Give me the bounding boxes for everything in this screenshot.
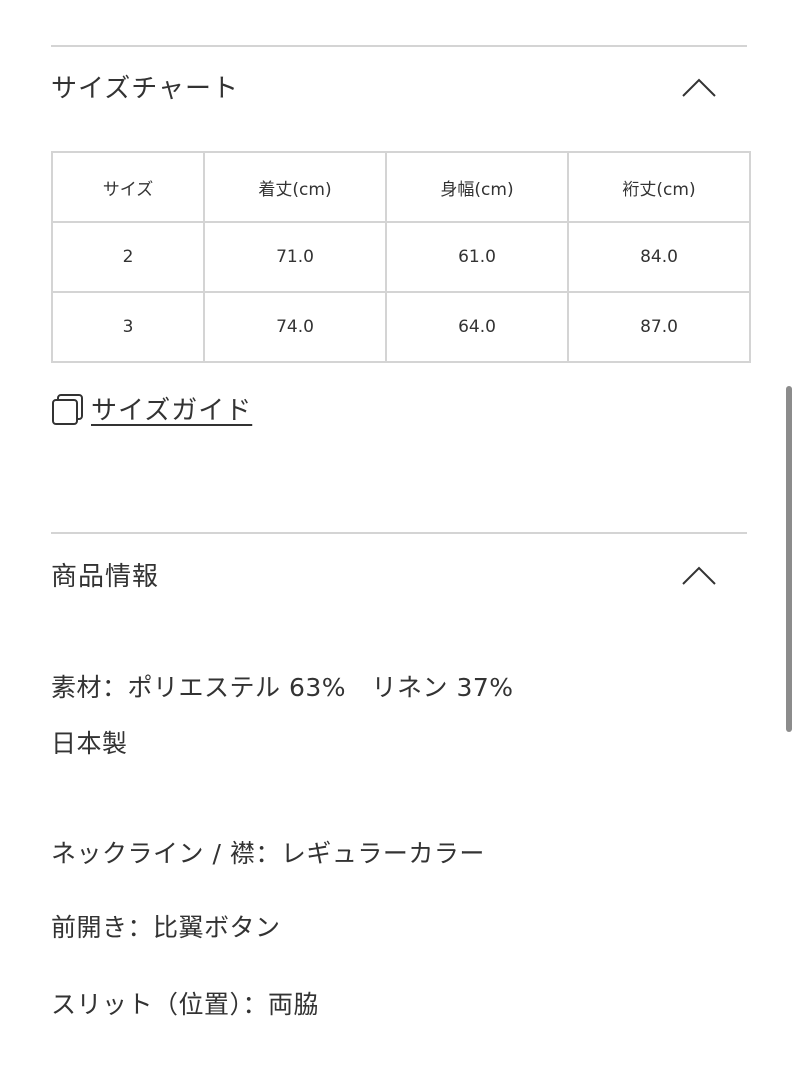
cell-size: 3 (51, 291, 205, 363)
cell-sleeve: 87.0 (567, 291, 751, 363)
copy-window-icon (52, 393, 83, 425)
cell-length: 71.0 (203, 221, 387, 293)
table-header-row: サイズ 着丈(cm) 身幅(cm) 裄丈(cm) (51, 151, 751, 223)
column-header-size: サイズ (51, 151, 205, 223)
chevron-up-icon (682, 78, 716, 97)
size-chart-toggle[interactable] (681, 76, 717, 98)
size-guide-link[interactable]: サイズガイド (51, 390, 252, 427)
column-header-width: 身幅(cm) (385, 151, 569, 223)
size-chart-title: サイズチャート (51, 74, 239, 104)
column-header-sleeve: 裄丈(cm) (567, 151, 751, 223)
cell-sleeve: 84.0 (567, 221, 751, 293)
origin-text: 日本製 (51, 729, 128, 758)
cell-width: 61.0 (385, 221, 569, 293)
table-row: 3 74.0 64.0 87.0 (51, 291, 751, 363)
material-text: 素材：ポリエステル 63% リネン 37% (51, 673, 514, 702)
cell-length: 74.0 (203, 291, 387, 363)
column-header-length: 着丈(cm) (203, 151, 387, 223)
front-opening-text: 前開き：比翼ボタン (51, 913, 281, 942)
product-info-toggle[interactable] (681, 564, 717, 586)
chevron-up-icon (682, 566, 716, 585)
slit-text: スリット（位置）：両脇 (51, 990, 320, 1019)
top-divider (51, 45, 747, 47)
size-chart-table: サイズ 着丈(cm) 身幅(cm) 裄丈(cm) 2 71.0 61.0 84.… (51, 151, 751, 363)
scrollbar-thumb[interactable] (786, 386, 792, 732)
product-info-title: 商品情報 (51, 562, 160, 592)
cell-size: 2 (51, 221, 205, 293)
size-guide-label: サイズガイド (91, 396, 253, 426)
table-row: 2 71.0 61.0 84.0 (51, 221, 751, 293)
neckline-text: ネックライン / 襟：レギュラーカラー (51, 839, 485, 868)
section-divider (51, 532, 747, 534)
cell-width: 64.0 (385, 291, 569, 363)
